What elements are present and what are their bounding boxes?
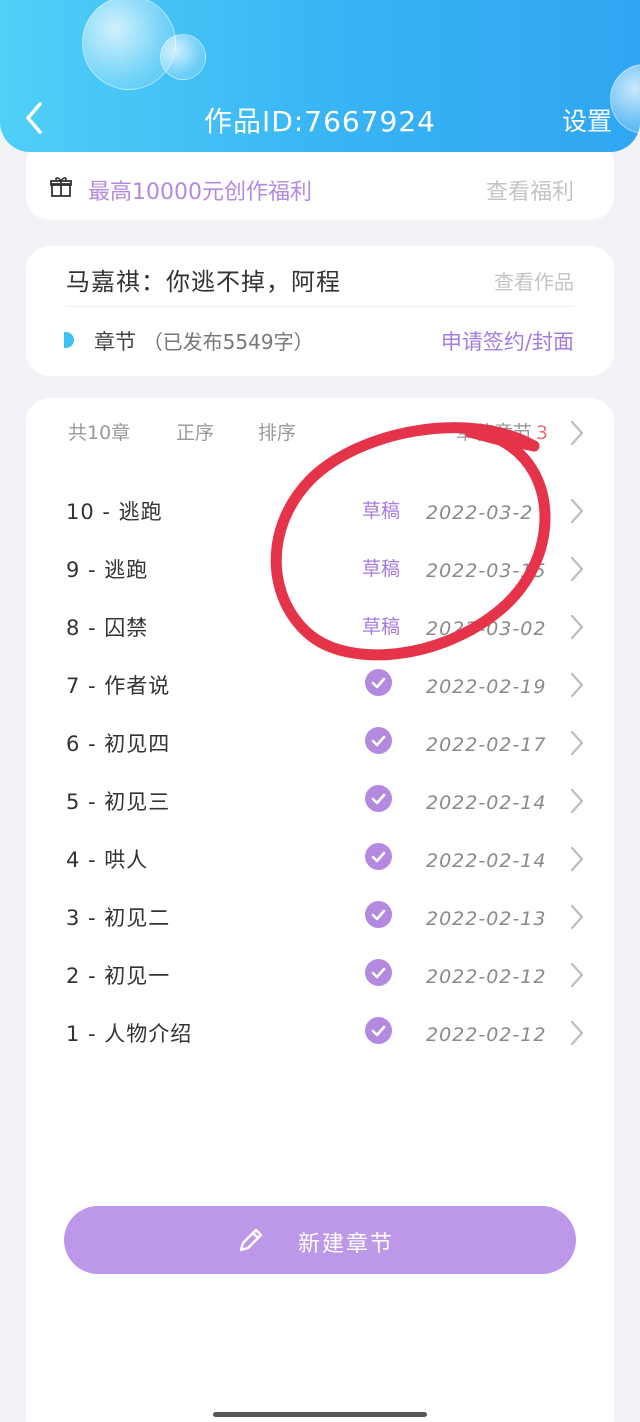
chevron-right-icon bbox=[570, 420, 584, 446]
chapter-row[interactable]: 6 - 初见四 2022-02-17 bbox=[26, 714, 614, 772]
work-title: 马嘉祺：你逃不掉，阿程 bbox=[66, 268, 341, 296]
chevron-right-icon bbox=[570, 498, 584, 524]
chapter-title: 1 - 人物介绍 bbox=[66, 1022, 193, 1046]
chapter-row[interactable]: 10 - 逃跑 草稿 2022-03-2 bbox=[26, 482, 614, 540]
view-welfare-link[interactable]: 查看福利 bbox=[486, 174, 574, 206]
draft-status: 草稿 bbox=[362, 500, 401, 522]
chapter-date: 2022-02-12 bbox=[426, 966, 547, 988]
published-check-icon bbox=[365, 901, 392, 928]
chapter-row[interactable]: 7 - 作者说 2022-02-19 bbox=[26, 656, 614, 714]
chapter-title: 7 - 作者说 bbox=[66, 674, 171, 698]
gift-icon bbox=[50, 177, 72, 197]
chapter-date: 2022-03-2 bbox=[426, 502, 534, 524]
chapter-title: 5 - 初见三 bbox=[66, 790, 171, 814]
settings-button[interactable]: 设置 bbox=[562, 102, 612, 138]
chapter-title: 9 - 逃跑 bbox=[66, 558, 149, 582]
chevron-right-icon bbox=[570, 672, 584, 698]
welfare-card[interactable]: 最高10000元创作福利 查看福利 bbox=[26, 140, 614, 220]
divider bbox=[66, 306, 574, 307]
list-header: 共10章 正序 排序 草稿章节 3 bbox=[26, 414, 614, 454]
work-card: 马嘉祺：你逃不掉，阿程 查看作品 章节 （已发布5549字） 申请签约/封面 bbox=[26, 246, 614, 376]
chevron-right-icon bbox=[570, 614, 584, 640]
chapter-row[interactable]: 9 - 逃跑 草稿 2022-03-15 bbox=[26, 540, 614, 598]
welfare-text: 最高10000元创作福利 bbox=[88, 180, 312, 205]
chevron-right-icon bbox=[570, 962, 584, 988]
chevron-right-icon bbox=[570, 788, 584, 814]
chapter-date: 2022-02-12 bbox=[426, 1024, 547, 1046]
chevron-right-icon bbox=[570, 846, 584, 872]
apply-sign-link[interactable]: 申请签约/封面 bbox=[441, 326, 574, 356]
top-header: 作品ID:7667924 设置 bbox=[0, 0, 640, 152]
draft-chapters-link[interactable]: 草稿章节 3 bbox=[456, 418, 548, 445]
chapter-title: 10 - 逃跑 bbox=[66, 500, 163, 524]
chapter-word-count: （已发布5549字） bbox=[142, 330, 314, 354]
chapter-info: 章节 （已发布5549字） bbox=[94, 326, 314, 356]
chevron-right-icon bbox=[570, 1020, 584, 1046]
new-chapter-button[interactable]: 新建章节 bbox=[64, 1206, 576, 1274]
chevron-right-icon bbox=[570, 904, 584, 930]
draft-count: 3 bbox=[535, 422, 548, 444]
published-check-icon bbox=[365, 1017, 392, 1044]
chapter-title: 8 - 囚禁 bbox=[66, 616, 149, 640]
page-title: 作品ID:7667924 bbox=[204, 105, 436, 138]
view-work-link[interactable]: 查看作品 bbox=[494, 266, 574, 295]
draft-status: 草稿 bbox=[362, 558, 401, 580]
chapter-title: 4 - 哄人 bbox=[66, 848, 149, 872]
published-check-icon bbox=[365, 959, 392, 986]
published-check-icon bbox=[365, 843, 392, 870]
decorative-bubble bbox=[160, 34, 206, 80]
published-check-icon bbox=[365, 785, 392, 812]
sort-button[interactable]: 排序 bbox=[258, 418, 296, 445]
chapter-date: 2022-03-02 bbox=[426, 618, 547, 640]
chapter-title: 2 - 初见一 bbox=[66, 964, 171, 988]
chapter-row[interactable]: 1 - 人物介绍 2022-02-12 bbox=[26, 1004, 614, 1062]
pencil-icon bbox=[239, 1228, 263, 1252]
order-toggle[interactable]: 正序 bbox=[176, 418, 214, 445]
draft-chapters-label: 草稿章节 bbox=[455, 422, 532, 444]
published-check-icon bbox=[365, 727, 392, 754]
chapter-row[interactable]: 8 - 囚禁 草稿 2022-03-02 bbox=[26, 598, 614, 656]
chapter-date: 2022-03-15 bbox=[426, 560, 547, 582]
chapter-row[interactable]: 5 - 初见三 2022-02-14 bbox=[26, 772, 614, 830]
section-marker bbox=[64, 332, 74, 348]
chapter-count: 共10章 bbox=[68, 422, 131, 444]
chapter-date: 2022-02-13 bbox=[426, 908, 547, 930]
chapter-title: 6 - 初见四 bbox=[66, 732, 171, 756]
chapter-label: 章节 bbox=[94, 330, 136, 354]
chevron-right-icon bbox=[570, 730, 584, 756]
chapter-row[interactable]: 3 - 初见二 2022-02-13 bbox=[26, 888, 614, 946]
chapter-date: 2022-02-17 bbox=[426, 734, 547, 756]
home-indicator bbox=[213, 1412, 427, 1417]
chapter-row[interactable]: 2 - 初见一 2022-02-12 bbox=[26, 946, 614, 1004]
chapter-date: 2022-02-19 bbox=[426, 676, 547, 698]
published-check-icon bbox=[365, 669, 392, 696]
chapter-date: 2022-02-14 bbox=[426, 850, 547, 872]
new-chapter-label: 新建章节 bbox=[298, 1232, 395, 1257]
chapter-date: 2022-02-14 bbox=[426, 792, 547, 814]
chapter-list-card: 共10章 正序 排序 草稿章节 3 10 - 逃跑 草稿 2022-03-2 9 - 逃… bbox=[26, 398, 614, 1422]
chevron-right-icon bbox=[570, 556, 584, 582]
chapter-row[interactable]: 4 - 哄人 2022-02-14 bbox=[26, 830, 614, 888]
draft-status: 草稿 bbox=[362, 616, 401, 638]
chapter-title: 3 - 初见二 bbox=[66, 906, 171, 930]
